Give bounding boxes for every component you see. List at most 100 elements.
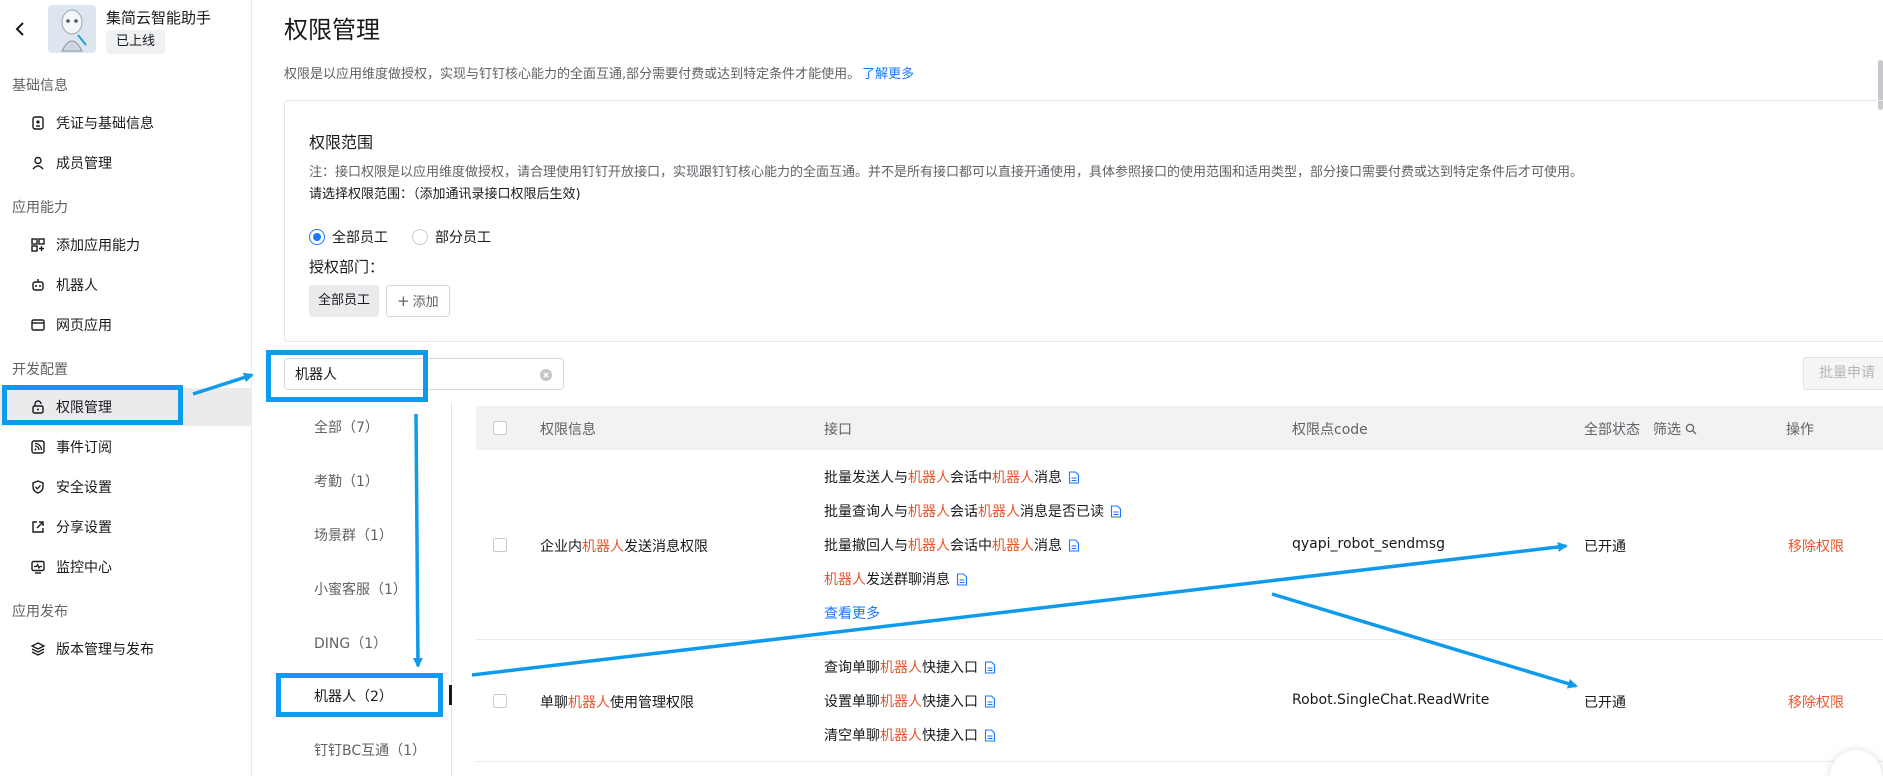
app-name: 集简云智能助手 <box>106 9 212 27</box>
sidebar-group-capability: 应用能力 <box>12 200 68 216</box>
sidebar-item-label: 分享设置 <box>56 520 112 536</box>
dept-label: 授权部门： <box>309 258 385 276</box>
sidebar-item-versions[interactable]: 版本管理与发布 <box>0 630 252 668</box>
filter-label: 筛选 <box>1653 422 1681 438</box>
sidebar-item-label: 安全设置 <box>56 480 112 496</box>
dept-tag: 全部员工 <box>309 285 380 317</box>
category-list: 全部（7） 考勤（1） 场景群（1） 小蜜客服（1） DING（1） 机器人（2… <box>284 402 452 776</box>
credential-icon <box>32 116 44 130</box>
api-link[interactable]: 查询单聊 机器人 快捷入口 <box>824 657 996 677</box>
sidebar-item-label: 监控中心 <box>56 560 112 576</box>
sidebar-item-label: 版本管理与发布 <box>56 642 154 658</box>
share-icon <box>32 521 44 533</box>
radio-all-staff-label[interactable]: 全部员工 <box>332 227 388 247</box>
api-link[interactable]: 清空单聊 机器人 快捷入口 <box>824 725 996 745</box>
batch-apply-button[interactable]: 批量申请 <box>1803 357 1883 390</box>
app-status-badge: 已上线 <box>106 30 166 54</box>
row-checkbox[interactable] <box>493 538 507 552</box>
radio-partial-staff-label[interactable]: 部分员工 <box>435 227 491 247</box>
page-description: 权限是以应用维度做授权，实现与钉钉核心能力的全面互通,部分需要付费或达到特定条件… <box>284 63 914 82</box>
select-all-checkbox[interactable] <box>493 421 507 435</box>
back-arrow-icon[interactable] <box>13 19 27 39</box>
view-more-link[interactable]: 查看更多 <box>824 603 880 623</box>
sidebar-item-robot[interactable]: 机器人 <box>0 266 252 304</box>
sidebar-group-basic: 基础信息 <box>12 78 68 94</box>
shield-icon <box>32 480 44 494</box>
category-active-indicator <box>449 685 452 705</box>
robot-icon <box>32 279 44 291</box>
api-link[interactable]: 批量撤回人与 机器人 会话中 机器人 消息 <box>824 535 1080 555</box>
radio-partial-staff[interactable] <box>412 229 428 245</box>
th-code: 权限点code <box>1292 422 1368 438</box>
annotation-box-sidebar <box>2 385 183 425</box>
sidebar-item-label: 事件订阅 <box>56 440 112 456</box>
sidebar-group-publish: 应用发布 <box>12 604 68 620</box>
capability-icon <box>31 238 45 252</box>
sidebar-item-events[interactable]: 事件订阅 <box>0 428 252 466</box>
api-link[interactable]: 设置单聊 机器人 快捷入口 <box>824 691 996 711</box>
category-item[interactable]: DING（1） <box>314 633 387 653</box>
monitor-icon <box>31 560 45 574</box>
sidebar-item-credentials[interactable]: 凭证与基础信息 <box>0 104 252 142</box>
sidebar-item-webpage[interactable]: 网页应用 <box>0 306 252 344</box>
sidebar-group-dev: 开发配置 <box>12 362 68 378</box>
filter-button[interactable]: 筛选 <box>1653 419 1697 439</box>
category-item[interactable]: 考勤（1） <box>314 471 379 491</box>
sidebar-item-label: 成员管理 <box>56 156 112 172</box>
scope-card: 权限范围 注：接口权限是以应用维度做授权，请合理使用钉钉开放接口，实现跟钉钉核心… <box>284 100 1883 342</box>
permission-code: Robot.SingleChat.ReadWrite <box>1292 692 1490 708</box>
doc-icon[interactable] <box>956 572 968 586</box>
plus-icon: + <box>397 292 410 310</box>
row-checkbox[interactable] <box>493 694 507 708</box>
doc-icon[interactable] <box>1068 538 1080 552</box>
status-dropdown[interactable]: 全部状态 <box>1584 419 1640 439</box>
sidebar-item-add-capability[interactable]: 添加应用能力 <box>0 226 252 264</box>
page-title: 权限管理 <box>284 16 380 44</box>
api-link[interactable]: 批量查询人与 机器人 会话 机器人 消息是否已读 <box>824 501 1122 521</box>
sidebar-item-monitor[interactable]: 监控中心 <box>0 548 252 586</box>
permission-name: 企业内机器人发送消息权限 <box>540 539 708 555</box>
sidebar-item-share[interactable]: 分享设置 <box>0 508 252 546</box>
api-link[interactable]: 机器人 发送群聊消息 <box>824 569 968 589</box>
doc-icon[interactable] <box>984 660 996 674</box>
table-row: 企业内机器人发送消息权限 批量发送人与 机器人 会话中 机器人 消息 批量查询人与 机器人… <box>476 450 1883 640</box>
doc-icon[interactable] <box>984 694 996 708</box>
annotation-box-category <box>276 673 443 717</box>
api-link[interactable]: 批量发送人与 机器人 会话中 机器人 消息 <box>824 467 1080 487</box>
webpage-icon <box>31 319 45 331</box>
clear-icon[interactable] <box>539 368 553 382</box>
member-icon <box>32 156 44 170</box>
sidebar-item-members[interactable]: 成员管理 <box>0 144 252 182</box>
page-description-text: 权限是以应用维度做授权，实现与钉钉核心能力的全面互通,部分需要付费或达到特定条件… <box>284 67 861 82</box>
category-item[interactable]: 场景群（1） <box>314 525 393 545</box>
permission-name: 单聊机器人使用管理权限 <box>540 695 694 711</box>
learn-more-link[interactable]: 了解更多 <box>862 67 914 82</box>
th-api: 接口 <box>824 422 852 438</box>
doc-icon[interactable] <box>1110 504 1122 518</box>
scope-note: 注：接口权限是以应用维度做授权，请合理使用钉钉开放接口，实现跟钉钉核心能力的全面… <box>309 165 1584 180</box>
sidebar-item-label: 机器人 <box>56 278 98 294</box>
sidebar-item-label: 凭证与基础信息 <box>56 116 154 132</box>
search-icon <box>1685 423 1697 435</box>
doc-icon[interactable] <box>1068 470 1080 484</box>
scope-radio-group: 全部员工 部分员工 <box>309 227 515 247</box>
sidebar-item-label: 网页应用 <box>56 318 112 334</box>
category-item[interactable]: 小蜜客服（1） <box>314 579 407 599</box>
radio-all-staff[interactable] <box>309 229 325 245</box>
sidebar-item-label: 添加应用能力 <box>56 238 140 254</box>
sidebar-item-security[interactable]: 安全设置 <box>0 468 252 506</box>
doc-icon[interactable] <box>984 728 996 742</box>
table-header: 权限信息 接口 权限点code 全部状态 筛选 操作 <box>476 406 1883 450</box>
category-item[interactable]: 钉钉BC互通（1） <box>314 740 426 760</box>
permission-code: qyapi_robot_sendmsg <box>1292 536 1445 552</box>
remove-permission-link[interactable]: 移除权限 <box>1788 536 1844 556</box>
layers-icon <box>30 642 46 656</box>
status-text: 已开通 <box>1584 539 1626 555</box>
status-text: 已开通 <box>1584 695 1626 711</box>
category-item[interactable]: 全部（7） <box>314 417 379 437</box>
remove-permission-link[interactable]: 移除权限 <box>1788 692 1844 712</box>
add-dept-label: 添加 <box>412 295 439 310</box>
rss-icon <box>31 440 45 454</box>
add-dept-button[interactable]: + 添加 <box>386 285 450 317</box>
scope-select-label: 请选择权限范围：（添加通讯录接口权限后生效) <box>309 187 581 202</box>
